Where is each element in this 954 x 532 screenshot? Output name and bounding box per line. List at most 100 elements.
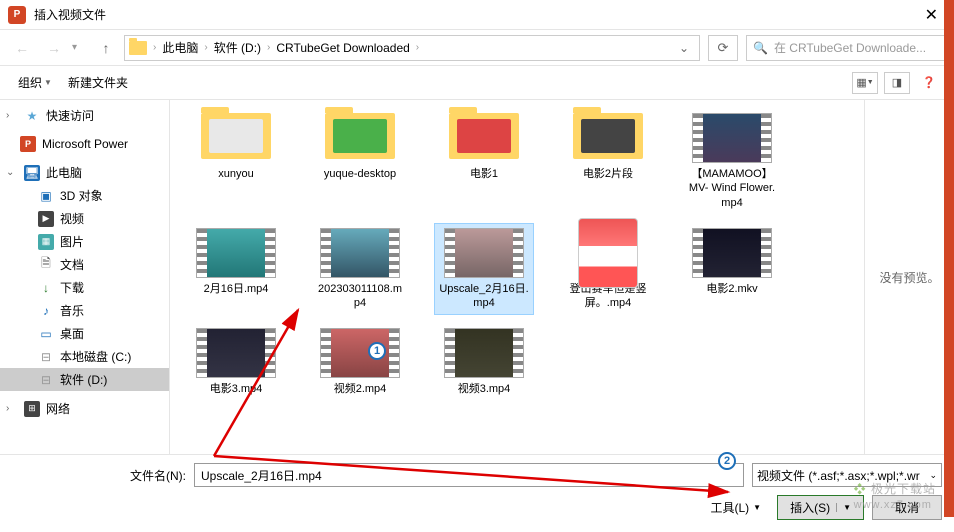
- watermark: ❖ 极光下载站 www.xz7.com: [854, 480, 936, 511]
- window-title: 插入视频文件: [34, 6, 917, 23]
- search-input[interactable]: 🔍 在 CRTubeGet Downloade...: [746, 35, 946, 61]
- sidebar: › ★ 快速访问 P Microsoft Power ⌄ 🖥 此电脑 ▣3D 对…: [0, 100, 170, 454]
- file-item[interactable]: 202303011108.mp4: [310, 223, 410, 316]
- sidebar-3d[interactable]: ▣3D 对象: [0, 184, 169, 207]
- file-item[interactable]: 电影2.mkv: [682, 223, 782, 316]
- app-ribbon-edge: [944, 0, 954, 517]
- powerpoint-icon: P: [20, 136, 36, 152]
- file-grid[interactable]: xunyou yuque-desktop 电影1 电影2片段【MAMAMOO】MV- …: [170, 100, 864, 454]
- sidebar-downloads[interactable]: ↓下载: [0, 276, 169, 299]
- drive-icon: ⊟: [38, 349, 54, 365]
- file-name: 电影2.mkv: [706, 282, 757, 296]
- new-folder-button[interactable]: 新建文件夹: [62, 70, 134, 95]
- video-icon: ▶: [38, 211, 54, 227]
- file-name: xunyou: [218, 167, 253, 181]
- file-name: 视频2.mp4: [334, 382, 387, 396]
- search-placeholder: 在 CRTubeGet Downloade...: [774, 39, 926, 56]
- file-area: xunyou yuque-desktop 电影1 电影2片段【MAMAMOO】MV- …: [170, 100, 954, 454]
- insert-button[interactable]: 插入(S) ▼: [777, 495, 864, 520]
- preview-button[interactable]: ◨: [884, 72, 910, 94]
- filename-input[interactable]: [194, 463, 744, 487]
- sidebar-quick-access[interactable]: › ★ 快速访问: [0, 104, 169, 127]
- file-item[interactable]: 【MAMAMOO】MV- Wind Flower.mp4: [682, 108, 782, 215]
- organize-button[interactable]: 组织▼: [12, 70, 58, 95]
- file-item[interactable]: 视频2.mp4: [310, 323, 410, 401]
- annotation-badge-2: 2: [718, 452, 736, 470]
- sidebar-music[interactable]: ♪音乐: [0, 299, 169, 322]
- filename-label: 文件名(N):: [130, 467, 186, 484]
- tools-button[interactable]: 工具(L)▼: [702, 496, 769, 519]
- expand-icon: ⌄: [6, 167, 18, 178]
- up-button[interactable]: ↑: [92, 34, 120, 62]
- file-item[interactable]: Upscale_2月16日.mp4: [434, 223, 534, 316]
- file-item[interactable]: 电影1: [434, 108, 534, 215]
- navbar: ← → ▾ ↑ › 此电脑 › 软件 (D:) › CRTubeGet Down…: [0, 30, 954, 66]
- chevron-down-icon: ▼: [753, 503, 761, 512]
- file-item[interactable]: 2月16日.mp4: [186, 223, 286, 316]
- desktop-icon: ▭: [38, 326, 54, 342]
- sidebar-powerpoint[interactable]: P Microsoft Power: [0, 133, 169, 155]
- chevron-icon: ›: [412, 42, 423, 53]
- sidebar-network[interactable]: › ⊞ 网络: [0, 397, 169, 420]
- file-item[interactable]: yuque-desktop: [310, 108, 410, 215]
- expand-icon: ›: [6, 403, 18, 414]
- file-name: 电影3.mp4: [210, 382, 263, 396]
- file-item[interactable]: xunyou: [186, 108, 286, 215]
- star-icon: ★: [24, 108, 40, 124]
- breadcrumb[interactable]: › 此电脑 › 软件 (D:) › CRTubeGet Downloaded ›…: [124, 35, 700, 61]
- chevron-down-icon: ▼: [44, 78, 52, 87]
- chevron-icon: ›: [200, 42, 211, 53]
- file-name: 视频3.mp4: [458, 382, 511, 396]
- file-item[interactable]: 视频3.mp4: [434, 323, 534, 401]
- download-icon: ↓: [38, 280, 54, 296]
- view-button[interactable]: ▦ ▼: [852, 72, 878, 94]
- chevron-down-icon: ⌄: [929, 470, 937, 481]
- file-name: Upscale_2月16日.mp4: [439, 282, 529, 311]
- footer: 文件名(N): 视频文件 (*.asf;*.asx;*.wpl;*.wr ⌄ 工…: [0, 454, 954, 532]
- preview-pane: 没有预览。: [864, 100, 954, 454]
- drive-icon: ⊟: [38, 372, 54, 388]
- sidebar-thispc[interactable]: ⌄ 🖥 此电脑: [0, 161, 169, 184]
- sidebar-drive-d[interactable]: ⊟软件 (D:): [0, 368, 169, 391]
- file-item[interactable]: 电影2片段: [558, 108, 658, 215]
- network-icon: ⊞: [24, 401, 40, 417]
- refresh-button[interactable]: ⟳: [708, 35, 738, 61]
- file-item[interactable]: 电影3.mp4: [186, 323, 286, 401]
- file-name: 电影1: [470, 167, 498, 181]
- main: › ★ 快速访问 P Microsoft Power ⌄ 🖥 此电脑 ▣3D 对…: [0, 100, 954, 454]
- crumb-folder[interactable]: CRTubeGet Downloaded: [276, 41, 409, 55]
- history-dropdown[interactable]: ▾: [72, 42, 88, 53]
- chevron-down-icon: ▼: [836, 503, 851, 512]
- chevron-icon: ›: [263, 42, 274, 53]
- music-icon: ♪: [38, 303, 54, 319]
- file-name: 202303011108.mp4: [315, 282, 405, 311]
- sidebar-desktop[interactable]: ▭桌面: [0, 322, 169, 345]
- back-button[interactable]: ←: [8, 34, 36, 62]
- sidebar-documents[interactable]: 🗎文档: [0, 253, 169, 276]
- forward-button: →: [40, 34, 68, 62]
- cube-icon: ▣: [38, 188, 54, 204]
- folder-icon: [129, 41, 147, 55]
- thispc-icon: 🖥: [24, 165, 40, 181]
- toolbar: 组织▼ 新建文件夹 ▦ ▼ ◨ ❓: [0, 66, 954, 100]
- search-icon: 🔍: [753, 41, 768, 55]
- sidebar-drive-c[interactable]: ⊟本地磁盘 (C:): [0, 345, 169, 368]
- file-item[interactable]: 登山赛车但是竖屏。.mp4: [558, 223, 658, 316]
- document-icon: 🗎: [38, 257, 54, 273]
- help-button[interactable]: ❓: [916, 72, 942, 94]
- close-button[interactable]: ✕: [917, 5, 946, 25]
- expand-icon: ›: [6, 110, 18, 121]
- image-icon: ▦: [38, 234, 54, 250]
- titlebar: P 插入视频文件 ✕: [0, 0, 954, 30]
- annotation-badge-1: 1: [368, 342, 386, 360]
- breadcrumb-dropdown[interactable]: ⌄: [673, 41, 695, 55]
- sidebar-pictures[interactable]: ▦图片: [0, 230, 169, 253]
- file-name: 【MAMAMOO】MV- Wind Flower.mp4: [687, 167, 777, 210]
- file-name: 2月16日.mp4: [204, 282, 269, 296]
- crumb-thispc[interactable]: 此电脑: [162, 39, 198, 56]
- sidebar-videos[interactable]: ▶视频: [0, 207, 169, 230]
- chevron-icon: ›: [149, 42, 160, 53]
- crumb-drive[interactable]: 软件 (D:): [214, 39, 261, 56]
- app-icon: P: [8, 6, 26, 24]
- file-name: yuque-desktop: [324, 167, 396, 181]
